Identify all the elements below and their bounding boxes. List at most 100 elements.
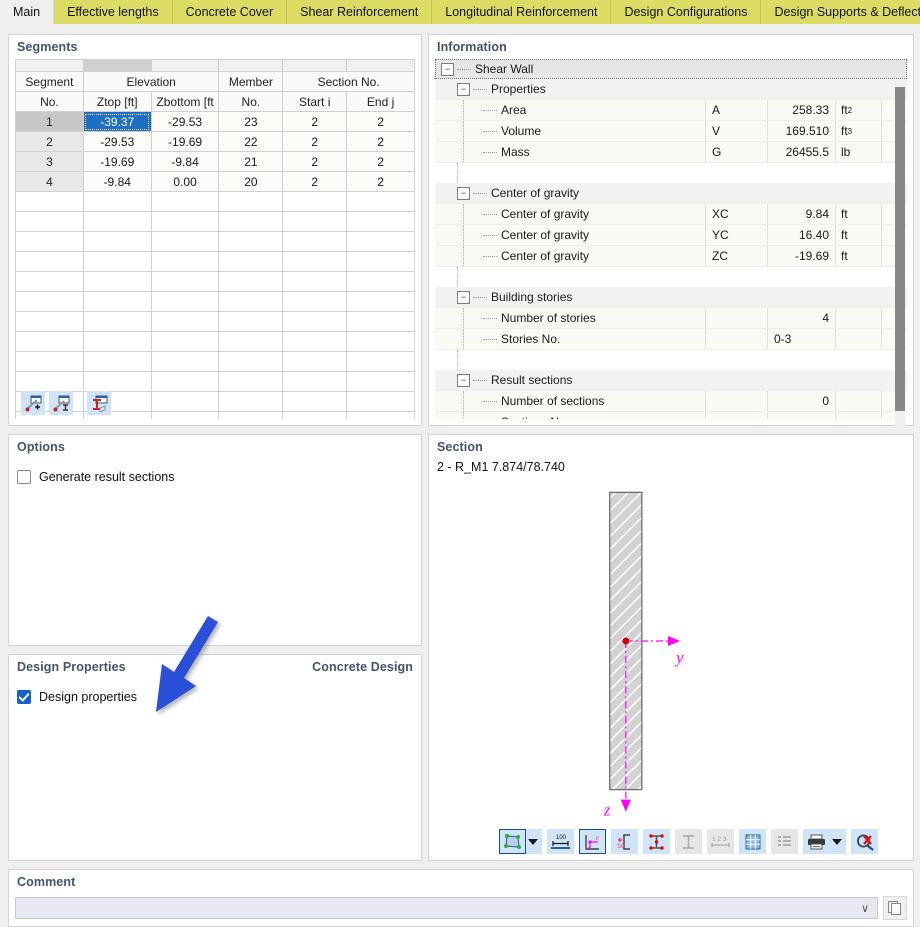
print-icon[interactable]: [803, 829, 830, 854]
generate-result-sections-row[interactable]: Generate result sections: [9, 458, 421, 484]
table-empty-row[interactable]: [16, 272, 415, 292]
zoom-reset-icon[interactable]: [851, 829, 878, 854]
cell-end-j[interactable]: 2: [347, 172, 415, 192]
empty-cell[interactable]: [347, 312, 415, 332]
empty-cell[interactable]: [347, 392, 415, 412]
empty-cell[interactable]: [219, 212, 283, 232]
tree-item[interactable]: VolumeV169.510ft3: [435, 121, 907, 142]
cell-member-no[interactable]: 21: [219, 152, 283, 172]
cell-zbottom[interactable]: 0.00: [151, 172, 219, 192]
empty-cell[interactable]: [283, 292, 347, 312]
cell-segment-no[interactable]: 2: [16, 132, 84, 152]
empty-cell[interactable]: [347, 352, 415, 372]
collapse-icon[interactable]: −: [441, 63, 454, 76]
empty-cell[interactable]: [16, 212, 84, 232]
empty-cell[interactable]: [347, 292, 415, 312]
table-empty-row[interactable]: [16, 312, 415, 332]
empty-cell[interactable]: [283, 232, 347, 252]
empty-cell[interactable]: [16, 292, 84, 312]
generate-result-sections-checkbox[interactable]: [17, 470, 31, 484]
tree-item[interactable]: Center of gravityZC-19.69ft: [435, 246, 907, 267]
table-row[interactable]: 3-19.69-9.842122: [16, 152, 415, 172]
comment-input[interactable]: ∨: [15, 897, 878, 919]
empty-cell[interactable]: [16, 312, 84, 332]
empty-cell[interactable]: [151, 212, 219, 232]
design-properties-row[interactable]: Design properties: [9, 678, 421, 704]
tab-main[interactable]: Main: [0, 0, 54, 24]
empty-cell[interactable]: [283, 332, 347, 352]
cell-segment-no[interactable]: 4: [16, 172, 84, 192]
empty-cell[interactable]: [83, 312, 151, 332]
empty-cell[interactable]: [83, 332, 151, 352]
cell-ztop[interactable]: -39.37: [83, 112, 151, 132]
cell-segment-no[interactable]: 3: [16, 152, 84, 172]
cell-ztop[interactable]: -29.53: [83, 132, 151, 152]
edit-segment-icon[interactable]: [49, 391, 73, 415]
tree-group-building-stories[interactable]: −Building stories: [435, 287, 907, 308]
empty-cell[interactable]: [283, 412, 347, 420]
print-chevron-down-icon[interactable]: [832, 839, 842, 845]
tree-group-center-of-gravity[interactable]: −Center of gravity: [435, 183, 907, 204]
column-selector-1[interactable]: [83, 60, 151, 72]
empty-cell[interactable]: [83, 352, 151, 372]
cell-start-i[interactable]: 2: [283, 152, 347, 172]
empty-cell[interactable]: [283, 352, 347, 372]
tab-shear-reinforcement[interactable]: Shear Reinforcement: [287, 0, 432, 24]
collapse-icon[interactable]: −: [457, 187, 470, 200]
empty-cell[interactable]: [16, 232, 84, 252]
tree-item[interactable]: Number of sections0: [435, 391, 907, 412]
cell-segment-no[interactable]: 1: [16, 112, 84, 132]
empty-cell[interactable]: [83, 192, 151, 212]
empty-cell[interactable]: [283, 252, 347, 272]
cell-member-no[interactable]: 22: [219, 132, 283, 152]
table-row[interactable]: 2-29.53-19.692222: [16, 132, 415, 152]
empty-cell[interactable]: [283, 272, 347, 292]
information-scrollbar[interactable]: [895, 83, 905, 433]
empty-cell[interactable]: [219, 352, 283, 372]
table-empty-row[interactable]: [16, 252, 415, 272]
empty-cell[interactable]: [151, 412, 219, 420]
empty-cell[interactable]: [283, 212, 347, 232]
table-row[interactable]: 1-39.37-29.532322: [16, 112, 415, 132]
axes-system-icon[interactable]: y z: [579, 829, 606, 854]
tree-group-properties[interactable]: −Properties: [435, 79, 907, 100]
tree-item[interactable]: Number of stories4: [435, 308, 907, 329]
empty-cell[interactable]: [283, 192, 347, 212]
empty-cell[interactable]: [16, 252, 84, 272]
tab-design-configurations[interactable]: Design Configurations: [611, 0, 761, 24]
tree-item[interactable]: Sections No.: [435, 412, 907, 419]
cell-zbottom[interactable]: -29.53: [151, 112, 219, 132]
tree-item[interactable]: Stories No.0-3: [435, 329, 907, 350]
new-segment-icon[interactable]: [21, 391, 45, 415]
member-properties-icon[interactable]: [87, 391, 111, 415]
cell-member-no[interactable]: 23: [219, 112, 283, 132]
cell-member-no[interactable]: 20: [219, 172, 283, 192]
empty-cell[interactable]: [83, 232, 151, 252]
collapse-icon[interactable]: −: [457, 291, 470, 304]
empty-cell[interactable]: [16, 332, 84, 352]
grid-icon[interactable]: [739, 829, 766, 854]
empty-cell[interactable]: [151, 352, 219, 372]
cell-start-i[interactable]: 2: [283, 132, 347, 152]
empty-cell[interactable]: [151, 332, 219, 352]
empty-cell[interactable]: [16, 192, 84, 212]
column-selector-2[interactable]: [151, 60, 219, 72]
cell-start-i[interactable]: 2: [283, 172, 347, 192]
empty-cell[interactable]: [347, 252, 415, 272]
empty-cell[interactable]: [83, 272, 151, 292]
empty-cell[interactable]: [219, 392, 283, 412]
empty-cell[interactable]: [283, 372, 347, 392]
cell-start-i[interactable]: 2: [283, 112, 347, 132]
table-empty-row[interactable]: [16, 232, 415, 252]
column-selector-3[interactable]: [219, 60, 283, 72]
empty-cell[interactable]: [219, 412, 283, 420]
empty-cell[interactable]: [151, 272, 219, 292]
section-shape-chevron-down-icon[interactable]: [528, 839, 538, 845]
table-empty-row[interactable]: [16, 332, 415, 352]
tree-item[interactable]: Center of gravityXC9.84ft: [435, 204, 907, 225]
tab-concrete-cover[interactable]: Concrete Cover: [173, 0, 288, 24]
empty-cell[interactable]: [347, 332, 415, 352]
empty-cell[interactable]: [219, 292, 283, 312]
empty-cell[interactable]: [347, 192, 415, 212]
empty-cell[interactable]: [347, 212, 415, 232]
